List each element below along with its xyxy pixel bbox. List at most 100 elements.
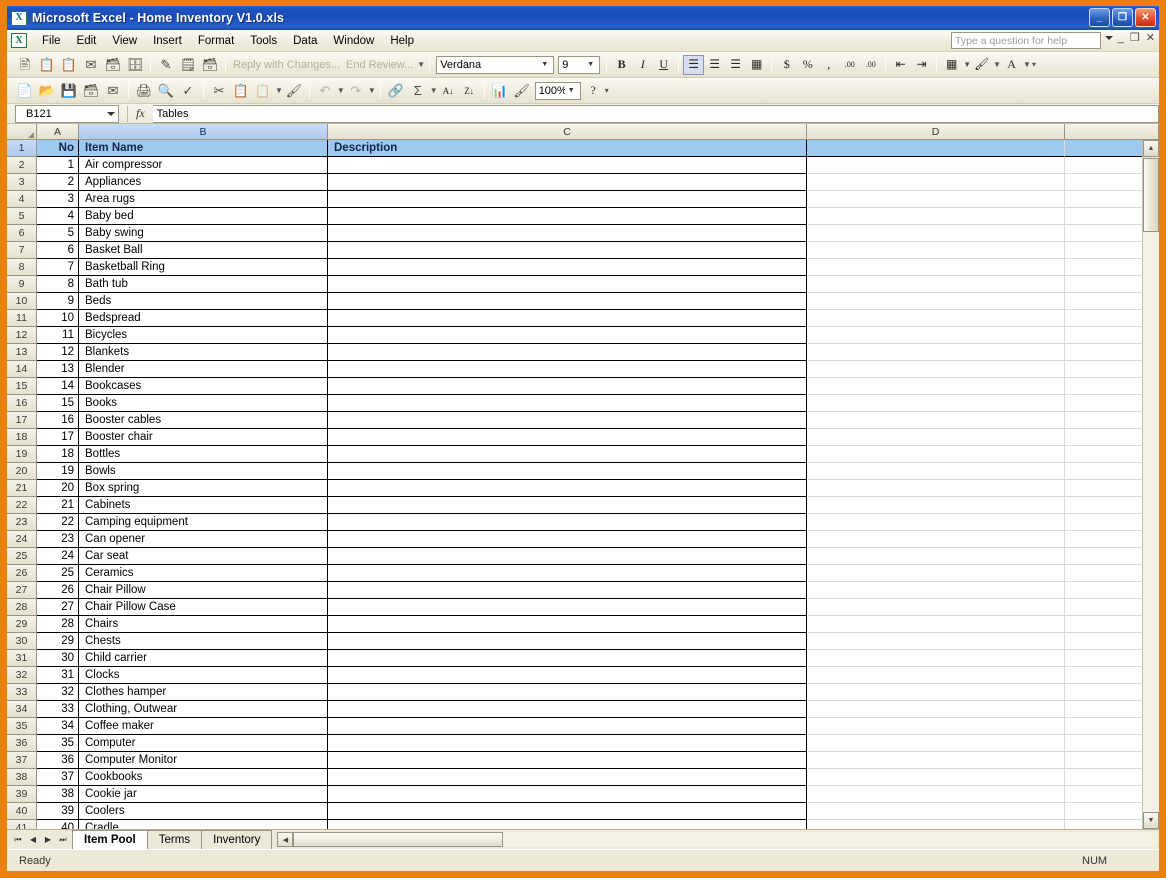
row-header[interactable]: 18 — [7, 429, 37, 446]
cell-no[interactable]: 29 — [37, 633, 79, 650]
table-row[interactable]: 15 14 Bookcases — [7, 378, 1159, 395]
cell-description[interactable] — [328, 769, 807, 786]
cell-description[interactable] — [328, 599, 807, 616]
previous-sheet-icon[interactable]: ◀ — [26, 832, 40, 847]
cell-description[interactable] — [328, 429, 807, 446]
table-row[interactable]: 13 12 Blankets — [7, 344, 1159, 361]
cell-no[interactable]: 30 — [37, 650, 79, 667]
cell-item-name[interactable]: Computer Monitor — [79, 752, 328, 769]
table-row[interactable]: 27 26 Chair Pillow — [7, 582, 1159, 599]
cell-d[interactable] — [807, 225, 1065, 242]
cell-no[interactable]: 21 — [37, 497, 79, 514]
cell-item-name[interactable]: Cookie jar — [79, 786, 328, 803]
table-row[interactable]: 10 9 Beds — [7, 293, 1159, 310]
cell-no[interactable]: 26 — [37, 582, 79, 599]
sheet-tab-1[interactable]: Terms — [146, 830, 203, 849]
chevron-down-icon[interactable]: ▼ — [275, 86, 283, 95]
table-row[interactable]: 40 39 Coolers — [7, 803, 1159, 820]
table-row[interactable]: 11 10 Bedspread — [7, 310, 1159, 327]
table-row[interactable]: 1 No Item Name Description — [7, 140, 1159, 157]
last-sheet-icon[interactable]: ⏭ — [56, 832, 70, 847]
cell-d[interactable] — [807, 735, 1065, 752]
row-header[interactable]: 36 — [7, 735, 37, 752]
scroll-left-icon[interactable]: ◀ — [277, 832, 294, 847]
row-header[interactable]: 31 — [7, 650, 37, 667]
chevron-down-icon[interactable]: ▼ — [368, 86, 376, 95]
row-header[interactable]: 38 — [7, 769, 37, 786]
table-row[interactable]: 12 11 Bicycles — [7, 327, 1159, 344]
chevron-down-icon[interactable]: ▼ — [1023, 60, 1031, 69]
cell-d[interactable] — [807, 412, 1065, 429]
new-comment-icon[interactable]: ✎ — [155, 54, 177, 75]
table-row[interactable]: 29 28 Chairs — [7, 616, 1159, 633]
cell-description[interactable] — [328, 531, 807, 548]
cell-no[interactable]: 5 — [37, 225, 79, 242]
decrease-decimal-icon[interactable]: .00 — [860, 55, 881, 75]
cell-d[interactable] — [807, 667, 1065, 684]
cell-no[interactable]: 10 — [37, 310, 79, 327]
cell-d[interactable] — [807, 276, 1065, 293]
print-icon[interactable]: 🖨 — [133, 80, 155, 101]
column-header-d[interactable]: D — [807, 124, 1065, 140]
cell-description[interactable] — [328, 803, 807, 820]
cell-item-name[interactable]: Area rugs — [79, 191, 328, 208]
copy-icon[interactable]: 📋 — [230, 80, 252, 101]
row-header[interactable]: 27 — [7, 582, 37, 599]
row-header[interactable]: 15 — [7, 378, 37, 395]
cell-description[interactable] — [328, 786, 807, 803]
row-header[interactable]: 6 — [7, 225, 37, 242]
cell-description[interactable] — [328, 735, 807, 752]
cell-no[interactable]: 39 — [37, 803, 79, 820]
column-header-c[interactable]: C — [328, 124, 807, 140]
cell-no[interactable]: 6 — [37, 242, 79, 259]
vertical-scroll-thumb[interactable] — [1143, 158, 1159, 232]
chevron-down-icon[interactable] — [107, 111, 115, 116]
menu-file[interactable]: File — [34, 33, 69, 49]
cell-no[interactable]: 36 — [37, 752, 79, 769]
new-web-icon[interactable]: 🖹 — [14, 54, 36, 75]
table-row[interactable]: 34 33 Clothing, Outwear — [7, 701, 1159, 718]
cell-d[interactable] — [807, 565, 1065, 582]
new-icon[interactable]: 📄 — [14, 80, 36, 101]
cell-item-name[interactable]: Chair Pillow Case — [79, 599, 328, 616]
function-icon[interactable]: fx — [136, 106, 145, 121]
cell-d[interactable] — [807, 361, 1065, 378]
cell-d[interactable] — [807, 497, 1065, 514]
align-left-icon[interactable]: ☰ — [683, 54, 705, 75]
cell-d[interactable] — [807, 242, 1065, 259]
cell-description[interactable] — [328, 497, 807, 514]
cell-item-name[interactable]: Clocks — [79, 667, 328, 684]
increase-indent-icon[interactable]: ⇥ — [911, 55, 932, 75]
row-header[interactable]: 22 — [7, 497, 37, 514]
font-size-select[interactable]: 9 ▼ — [558, 55, 601, 74]
cell-no[interactable]: 32 — [37, 684, 79, 701]
cell-item-name[interactable]: Chair Pillow — [79, 582, 328, 599]
scroll-down-icon[interactable]: ▼ — [1143, 812, 1159, 829]
cell-item-name[interactable]: Baby swing — [79, 225, 328, 242]
cell-no[interactable]: 18 — [37, 446, 79, 463]
cell-d[interactable] — [807, 786, 1065, 803]
cell-no[interactable]: 31 — [37, 667, 79, 684]
table-row[interactable]: 8 7 Basketball Ring — [7, 259, 1159, 276]
cell-item-name[interactable]: Basket Ball — [79, 242, 328, 259]
cell-item-name[interactable]: Blankets — [79, 344, 328, 361]
horizontal-scrollbar[interactable]: ◀ — [277, 832, 1157, 847]
row-header[interactable]: 21 — [7, 480, 37, 497]
table-row[interactable]: 39 38 Cookie jar — [7, 786, 1159, 803]
cell-item-name[interactable]: Coffee maker — [79, 718, 328, 735]
cell-item-name[interactable]: Bicycles — [79, 327, 328, 344]
cell-no[interactable]: 38 — [37, 786, 79, 803]
borders-icon[interactable]: ▦ — [941, 55, 962, 75]
table-row[interactable]: 32 31 Clocks — [7, 667, 1159, 684]
cell-item-name[interactable]: Clothing, Outwear — [79, 701, 328, 718]
cell-item-name[interactable]: Appliances — [79, 174, 328, 191]
autosum-icon[interactable]: Σ — [407, 80, 429, 101]
toolbar-options-icon[interactable]: ▾ — [605, 86, 609, 95]
table-row[interactable]: 17 16 Booster cables — [7, 412, 1159, 429]
menu-data[interactable]: Data — [285, 33, 325, 49]
cell-item-name[interactable]: Blender — [79, 361, 328, 378]
cell-item-name[interactable]: Ceramics — [79, 565, 328, 582]
cell-no[interactable]: 15 — [37, 395, 79, 412]
row-header[interactable]: 23 — [7, 514, 37, 531]
row-header[interactable]: 35 — [7, 718, 37, 735]
